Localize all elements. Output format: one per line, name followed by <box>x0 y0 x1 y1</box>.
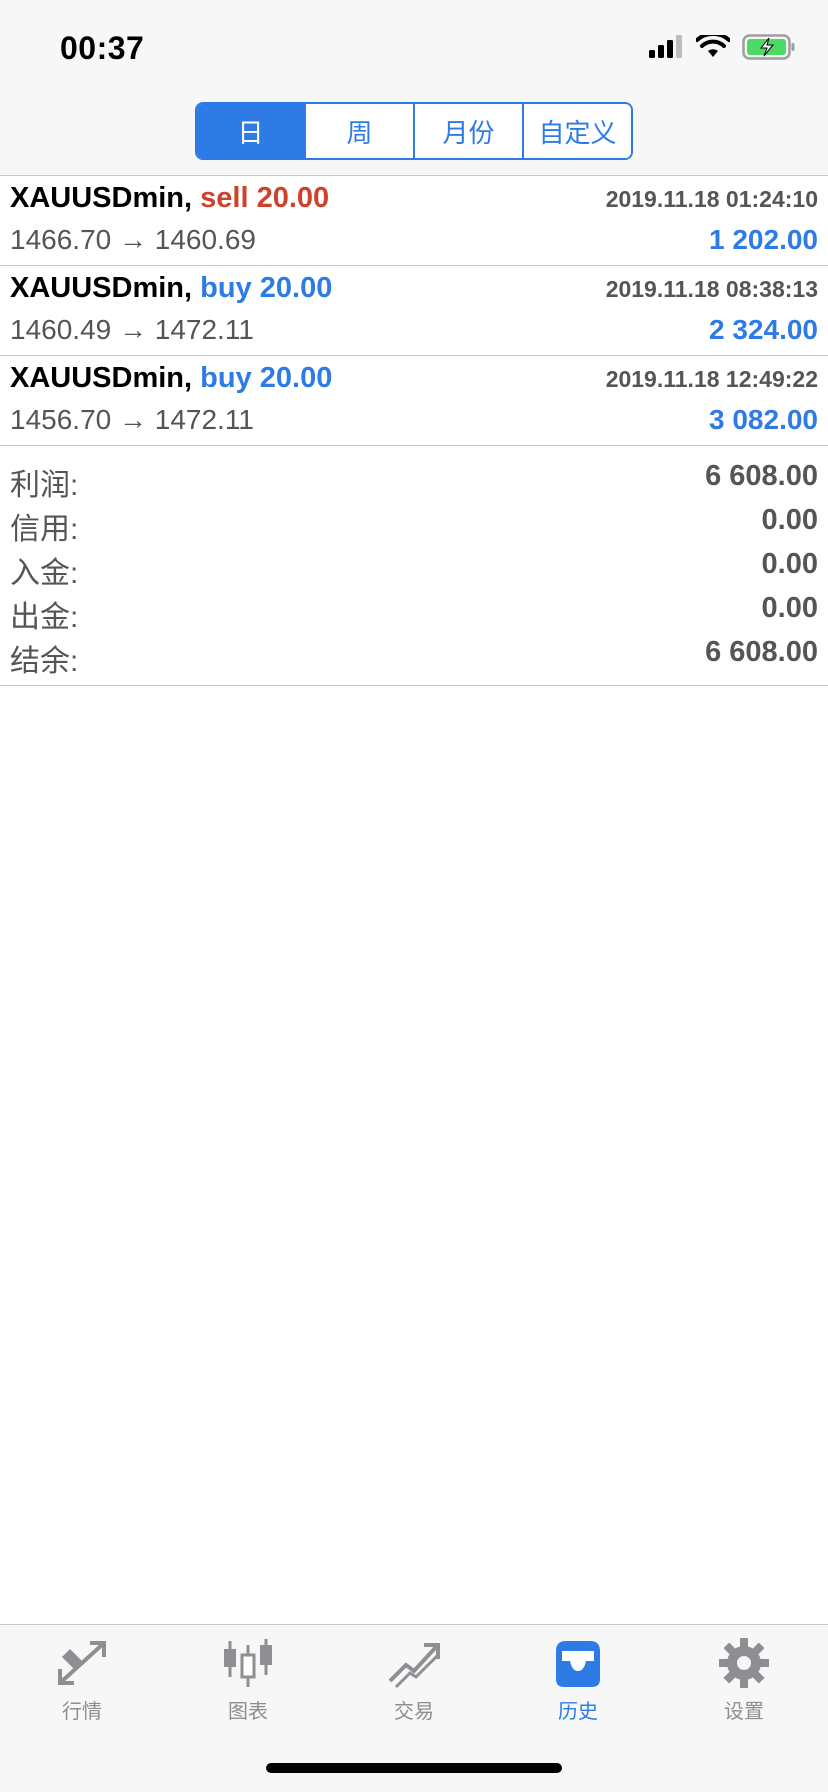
trade-volume: 20.00 <box>256 182 330 214</box>
summary-value: 6 608.00 <box>705 636 818 668</box>
summary-value: 0.00 <box>761 504 818 536</box>
trade-volume: 20.00 <box>259 362 333 394</box>
trade-prices: 1460.49 → 1472.11 <box>10 314 254 345</box>
summary-row-credit: 信用: 0.00 <box>0 500 828 546</box>
summary-label: 信用: <box>10 513 79 546</box>
tab-trade[interactable]: 交易 <box>354 1637 474 1724</box>
status-bar: 00:37 <box>0 0 828 96</box>
trade-profit: 1 202.00 <box>709 224 818 255</box>
trade-symbol-line: XAUUSDmin, buy 20.00 <box>10 272 332 305</box>
tab-week[interactable]: 周 <box>306 104 415 158</box>
trade-time: 2019.11.18 08:38:13 <box>605 276 818 302</box>
candlestick-chart-icon <box>224 1639 272 1687</box>
header: 日 周 月份 自定义 <box>0 96 828 176</box>
trade-symbol-line: XAUUSDmin, sell 20.00 <box>10 182 329 215</box>
trade-row[interactable]: XAUUSDmin, sell 20.00 2019.11.18 01:24:1… <box>0 176 828 266</box>
summary-label: 出金: <box>10 601 79 634</box>
home-indicator <box>266 1763 562 1773</box>
history-inbox-icon <box>556 1641 600 1687</box>
trade-time: 2019.11.18 12:49:22 <box>605 366 818 392</box>
tab-label: 图表 <box>228 1701 268 1723</box>
summary-value: 6 608.00 <box>705 460 818 492</box>
trade-symbol: XAUUSDmin, <box>10 182 193 214</box>
tab-month[interactable]: 月份 <box>415 104 524 158</box>
tab-label: 行情 <box>62 1701 102 1723</box>
status-icons <box>648 34 796 60</box>
tab-charts[interactable]: 图表 <box>188 1637 308 1724</box>
summary-value: 0.00 <box>761 592 818 624</box>
period-segmented-control: 日 周 月份 自定义 <box>195 102 633 160</box>
summary-row-balance: 结余: 6 608.00 <box>0 632 828 678</box>
tab-label: 交易 <box>394 1701 434 1723</box>
trade-symbol: XAUUSDmin, <box>10 272 193 304</box>
trade-profit: 3 082.00 <box>709 404 818 435</box>
tab-quotes[interactable]: 行情 <box>22 1637 142 1724</box>
trade-prices: 1456.70 → 1472.11 <box>10 404 254 435</box>
wifi-icon <box>696 35 730 57</box>
summary-row-profit: 利润: 6 608.00 <box>0 456 828 502</box>
trade-symbol: XAUUSDmin, <box>10 362 193 394</box>
tab-label: 设置 <box>724 1701 764 1723</box>
tab-settings[interactable]: 设置 <box>684 1637 804 1724</box>
tab-day[interactable]: 日 <box>197 104 306 158</box>
summary-label: 结余: <box>10 645 79 678</box>
trade-history-list: XAUUSDmin, sell 20.00 2019.11.18 01:24:1… <box>0 176 828 446</box>
trade-volume: 20.00 <box>259 272 333 304</box>
trade-side: buy <box>200 362 252 394</box>
summary-row-withdrawal: 出金: 0.00 <box>0 588 828 634</box>
trade-symbol-line: XAUUSDmin, buy 20.00 <box>10 362 332 395</box>
summary-label: 利润: <box>10 469 79 502</box>
tab-history[interactable]: 历史 <box>518 1637 638 1724</box>
tab-label: 历史 <box>558 1701 598 1723</box>
status-time: 00:37 <box>60 30 145 66</box>
tab-custom[interactable]: 自定义 <box>524 104 631 158</box>
trade-time: 2019.11.18 01:24:10 <box>605 186 818 212</box>
summary-row-deposit: 入金: 0.00 <box>0 544 828 590</box>
trade-row[interactable]: XAUUSDmin, buy 20.00 2019.11.18 08:38:13… <box>0 266 828 356</box>
summary-label: 入金: <box>10 557 79 590</box>
trade-row[interactable]: XAUUSDmin, buy 20.00 2019.11.18 12:49:22… <box>0 356 828 446</box>
quotes-arrows-icon <box>58 1641 106 1685</box>
account-summary: 利润: 6 608.00 信用: 0.00 入金: 0.00 出金: 0.00 … <box>0 448 828 686</box>
trade-profit: 2 324.00 <box>709 314 818 345</box>
gear-icon <box>719 1638 769 1688</box>
summary-value: 0.00 <box>761 548 818 580</box>
trade-side: sell <box>200 182 249 214</box>
trade-side: buy <box>200 272 252 304</box>
trade-trend-icon <box>388 1643 440 1689</box>
trade-prices: 1466.70 → 1460.69 <box>10 224 256 255</box>
cellular-signal-icon <box>649 35 682 58</box>
battery-charging-icon <box>742 34 795 60</box>
